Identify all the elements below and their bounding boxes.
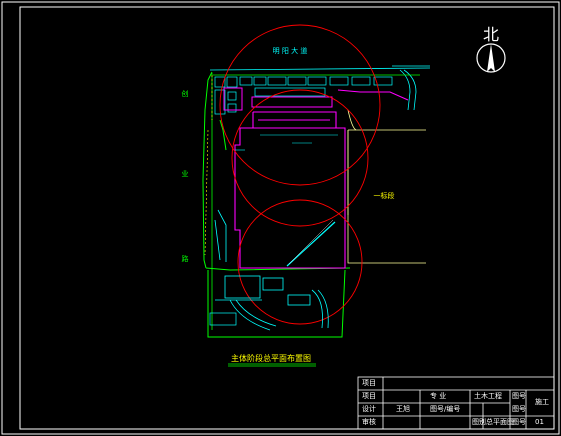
building-inner — [235, 134, 338, 151]
tb-extra-label: 图号 — [512, 418, 526, 426]
road-left-label-1: 创 — [182, 89, 189, 98]
haul-road — [337, 89, 409, 101]
tb-scale-label: 图号 — [512, 392, 526, 400]
north-arrow-icon: 北 — [476, 25, 506, 73]
main-building — [234, 111, 346, 269]
site-plan-drawing: 北 明 阳 大 道 创 业 路 一标段 主体阶段总平面布置图 — [1, 1, 560, 435]
tb-r4-field2: 图号 — [512, 405, 526, 413]
tb-r1-label: 项目 — [362, 379, 376, 387]
road-left-label-2: 业 — [182, 169, 189, 178]
outer-frame — [1, 1, 560, 435]
tb-r4-label: 审核 — [362, 418, 376, 426]
tb-r3-value: 王旭 — [396, 405, 410, 413]
temp-facilities — [209, 76, 393, 326]
tb-r3-label: 设计 — [362, 405, 376, 413]
adjacent-lot — [347, 109, 426, 264]
road-left-label-3: 路 — [182, 254, 189, 263]
road-top-label: 明 阳 大 道 — [273, 46, 308, 55]
tb-r2-label: 项目 — [362, 392, 376, 400]
tb-r4-field: 图别 — [472, 418, 486, 426]
plan-title-underline — [228, 363, 316, 367]
tb-r3-field: 图号/编号 — [430, 405, 461, 413]
crane-boom — [286, 221, 336, 267]
tb-r2-value: 土木工程 — [474, 392, 502, 400]
north-label: 北 — [483, 25, 499, 44]
hoarding-line — [204, 129, 209, 256]
crane-boom-2 — [288, 219, 334, 265]
tb-scale-value: 施工 — [535, 398, 549, 406]
tb-r2-field: 专 业 — [430, 392, 447, 400]
plan-title: 主体阶段总平面布置图 — [231, 353, 311, 363]
gatehouse — [223, 87, 333, 111]
neighbor-label: 一标段 — [374, 191, 395, 200]
tb-r4-value2: 01 — [535, 418, 544, 426]
tb-r4-value: 总平面图 — [486, 418, 514, 426]
